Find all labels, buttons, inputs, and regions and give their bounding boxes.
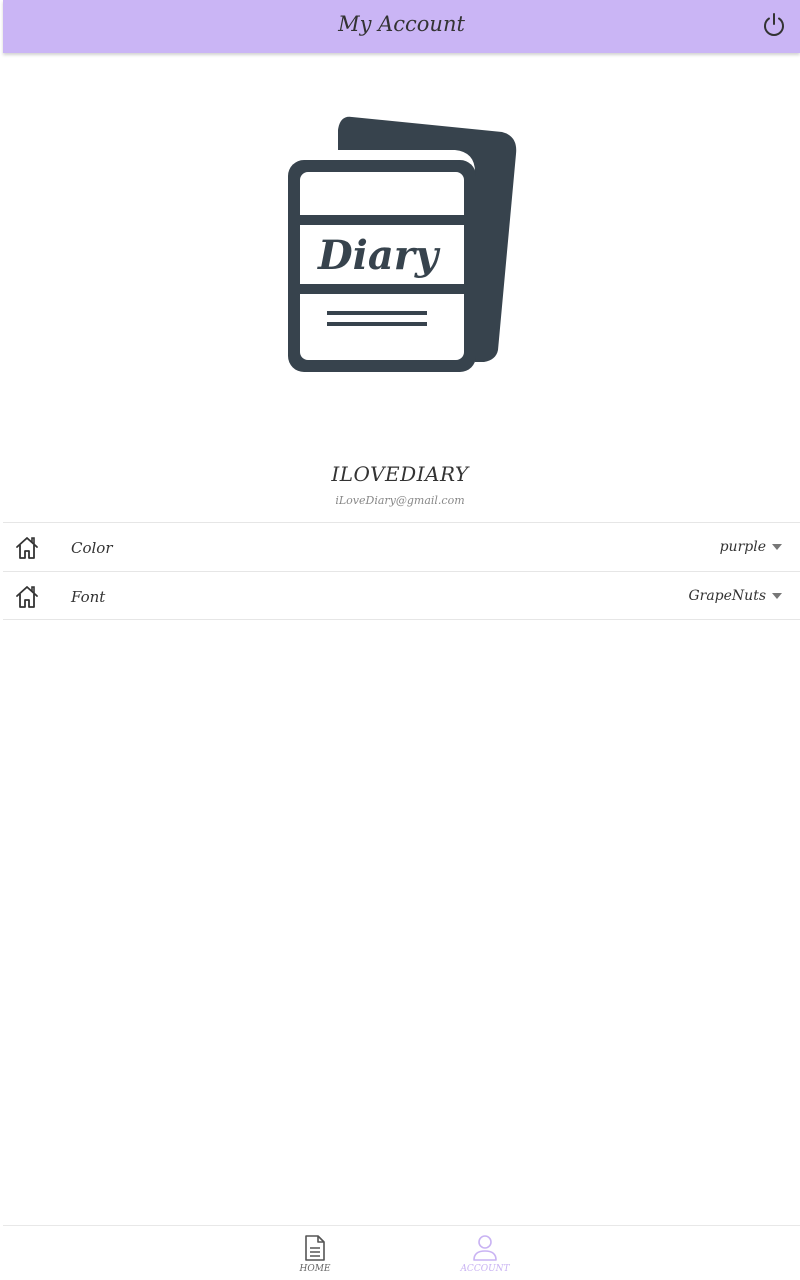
setting-row-color: Color purple (3, 522, 800, 571)
home-icon (14, 584, 40, 610)
page-title: My Account (338, 12, 465, 36)
setting-label-font: Font (71, 588, 106, 606)
power-icon[interactable] (760, 11, 788, 39)
nav-label-account: ACCOUNT (460, 1264, 510, 1274)
color-select[interactable]: purple (720, 539, 782, 555)
bottom-nav: HOME ACCOUNT (3, 1225, 800, 1280)
nav-item-home[interactable]: HOME (275, 1234, 355, 1274)
document-icon (305, 1235, 325, 1261)
user-email: iLoveDiary@gmail.com (335, 494, 465, 507)
caret-down-icon (772, 593, 782, 599)
font-select[interactable]: GrapeNuts (688, 588, 782, 604)
diary-logo: Diary (270, 112, 530, 382)
logo-text: Diary (317, 232, 441, 279)
color-select-value: purple (719, 539, 766, 555)
nav-item-account[interactable]: ACCOUNT (445, 1234, 525, 1274)
setting-row-font: Font GrapeNuts (3, 571, 800, 620)
app-bar: My Account (3, 0, 800, 53)
nav-label-home: HOME (299, 1264, 331, 1274)
setting-label-color: Color (71, 539, 113, 557)
font-select-value: GrapeNuts (688, 588, 766, 604)
caret-down-icon (772, 544, 782, 550)
person-icon (473, 1235, 497, 1261)
home-icon (14, 535, 40, 561)
settings-list: Color purple Font GrapeNuts (3, 522, 800, 620)
user-name: ILOVEDIARY (331, 462, 469, 486)
